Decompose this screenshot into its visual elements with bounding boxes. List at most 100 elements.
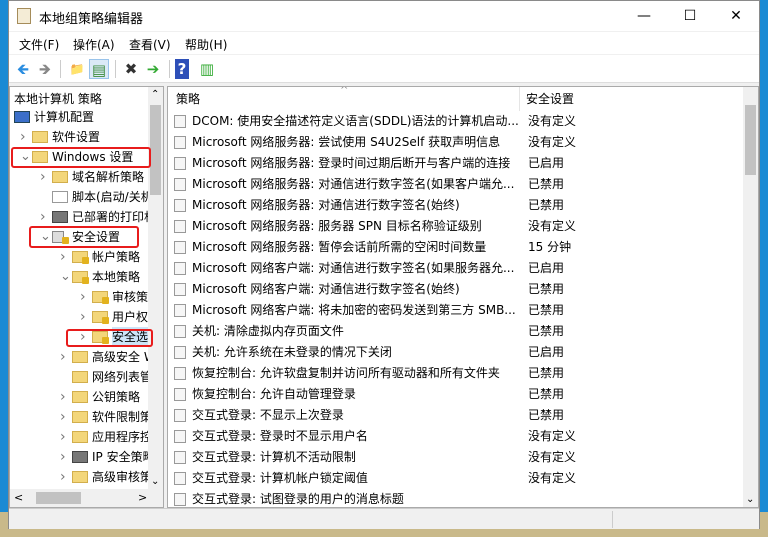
tree-item[interactable]: 计算机配置 [10,107,150,127]
tree-item[interactable]: ›高级审核策略配置 [10,467,163,487]
status-bar [9,508,759,529]
help-icon[interactable]: ? [175,59,189,79]
policy-row[interactable]: 交互式登录: 不显示上次登录 已禁用 [172,405,742,426]
column-header-setting[interactable]: 安全设置 [526,87,574,111]
delete-icon[interactable]: ✖ [121,59,141,79]
policy-row[interactable]: Microsoft 网络服务器: 对通信进行数字签名(如果客户端允... 已禁用 [172,174,742,195]
policy-row[interactable]: DCOM: 使用安全描述符定义语言(SDDL)语法的计算机启动... 没有定义 [172,111,742,132]
tree-item[interactable]: ›高级安全 Windows 防火墙 [10,347,163,367]
chevron-right-icon[interactable]: › [80,287,90,307]
back-arrow-icon[interactable]: 🡸 [13,59,33,79]
lock-icon [102,297,109,304]
tree-scroll-thumb[interactable] [150,105,161,195]
policy-row[interactable]: 交互式登录: 登录时不显示用户名 没有定义 [172,426,742,447]
policy-setting: 已禁用 [528,324,565,338]
policy-row[interactable]: 交互式登录: 计算机不活动限制 没有定义 [172,447,742,468]
menu-action[interactable]: 操作(A) [73,36,115,53]
policy-icon [174,283,186,296]
chevron-right-icon[interactable]: › [40,167,50,187]
policy-name: Microsoft 网络服务器: 对通信进行数字签名(始终) [192,198,460,212]
up-folder-icon[interactable]: 📁 [67,59,87,79]
policy-row[interactable]: 恢复控制台: 允许自动管理登录 已禁用 [172,384,742,405]
tree-item[interactable]: › 帐户策略 [10,247,150,267]
menu-file[interactable]: 文件(F) [19,36,59,53]
policy-row[interactable]: Microsoft 网络客户端: 将未加密的密码发送到第三方 SMB... 已禁用 [172,300,742,321]
policy-icon [174,178,186,191]
forward-arrow-icon[interactable]: 🡺 [35,59,55,79]
policy-setting: 没有定义 [528,114,577,128]
tree-item[interactable]: 脚本(启动/关机) [10,187,157,207]
tree-item[interactable]: › 已部署的打印机 [10,207,156,227]
tree-horizontal-scrollbar[interactable]: < > [10,489,163,507]
policy-row[interactable]: Microsoft 网络客户端: 对通信进行数字签名(如果服务器允... 已启用 [172,258,742,279]
tree-item[interactable]: › IP 安全策略 [10,447,155,467]
folder-icon [32,131,48,143]
chevron-right-icon[interactable]: › [60,387,70,407]
close-button[interactable]: ✕ [713,1,759,31]
chevron-down-icon[interactable]: ⌄ [60,267,71,287]
title-bar: 本地组策略编辑器 — ☐ ✕ [9,1,759,31]
policy-row[interactable]: Microsoft 网络服务器: 对通信进行数字签名(始终) 已禁用 [172,195,742,216]
chevron-right-icon[interactable]: › [60,427,70,447]
policy-row[interactable]: 关机: 允许系统在未登录的情况下关闭 已启用 [172,342,742,363]
policy-row[interactable]: Microsoft 网络客户端: 对通信进行数字签名(始终) 已禁用 [172,279,742,300]
policy-row[interactable]: 恢复控制台: 允许软盘复制并访问所有驱动器和所有文件夹 已禁用 [172,363,742,384]
chevron-right-icon[interactable]: › [40,207,50,227]
policy-name: 交互式登录: 试图登录的用户的消息标题 [192,492,404,506]
policy-row[interactable]: 交互式登录: 计算机帐户锁定阈值 没有定义 [172,468,742,489]
menu-view[interactable]: 查看(V) [129,36,171,53]
policy-setting: 已启用 [528,156,565,170]
policy-name: Microsoft 网络服务器: 登录时间过期后断开与客户端的连接 [192,156,511,170]
folder-icon [92,311,109,324]
tree-item[interactable]: ⌄ 本地策略 [10,267,150,287]
policy-row[interactable]: 关机: 清除虚拟内存页面文件 已禁用 [172,321,742,342]
menu-help[interactable]: 帮助(H) [185,36,227,53]
show-hide-tree-icon[interactable]: ▤ [89,59,109,79]
policy-row[interactable]: Microsoft 网络服务器: 登录时间过期后断开与客户端的连接 已启用 [172,153,742,174]
chevron-right-icon[interactable]: › [60,407,70,427]
gpedit-window: 本地组策略编辑器 — ☐ ✕ 文件(F) 操作(A) 查看(V) 帮助(H) 🡸… [8,0,760,529]
chevron-right-icon[interactable]: › [60,347,70,367]
tree-item[interactable]: ›应用程序控制策略 [10,427,163,447]
chevron-right-icon[interactable]: › [60,467,70,487]
policy-name: 关机: 清除虚拟内存页面文件 [192,324,344,338]
tree-item-label: 域名解析策略 [72,170,145,184]
policy-name: Microsoft 网络服务器: 暂停会话前所需的空闲时间数量 [192,240,487,254]
policy-icon [174,367,186,380]
folder-icon [72,411,88,423]
chevron-right-icon[interactable]: › [60,447,70,467]
tree-hscroll-thumb[interactable] [36,492,81,504]
tree-item[interactable]: › 软件限制策略 [10,407,163,427]
tree-root[interactable]: 本地计算机 策略 [14,90,102,107]
chevron-right-icon[interactable]: › [80,307,90,327]
list-vertical-scrollbar[interactable]: ⌄ [743,87,758,507]
tree-item[interactable]: › 公钥策略 [10,387,150,407]
tree-item[interactable]: 网络列表管理器策略 [10,367,163,387]
policy-row[interactable]: 交互式登录: 试图登录的用户的消息标题 [172,489,742,507]
list-scroll-thumb[interactable] [745,105,756,175]
policy-row[interactable]: Microsoft 网络服务器: 服务器 SPN 目标名称验证级别 没有定义 [172,216,742,237]
policy-row[interactable]: Microsoft 网络服务器: 尝试使用 S4U2Self 获取声明信息 没有定… [172,132,742,153]
policy-setting: 已禁用 [528,387,565,401]
tree-item-label: 脚本(启动/关机) [72,190,158,204]
chevron-right-icon[interactable]: › [60,247,70,267]
highlight-security-settings [29,226,139,248]
tree-item[interactable]: › 域名解析策略 [10,167,150,187]
policy-name: 交互式登录: 登录时不显示用户名 [192,429,368,443]
tree-item[interactable]: ›用户权限分配 [10,307,163,327]
chevron-right-icon[interactable]: › [20,127,30,147]
policy-row[interactable]: Microsoft 网络服务器: 暂停会话前所需的空闲时间数量 15 分钟 [172,237,742,258]
export-list-icon[interactable]: ➔ [143,59,163,79]
maximize-button[interactable]: ☐ [667,1,713,31]
policy-setting: 已禁用 [528,303,565,317]
tree-item[interactable]: › 审核策略 [10,287,160,307]
folder-icon [52,191,68,203]
policy-setting: 已启用 [528,345,565,359]
policy-setting: 已禁用 [528,177,565,191]
minimize-button[interactable]: — [621,1,667,31]
column-divider[interactable] [519,87,520,111]
properties-icon[interactable]: ▥ [197,59,217,79]
tree-item[interactable]: › 软件设置 [10,127,150,147]
policy-icon [174,241,186,254]
column-header-policy[interactable]: 策略 [176,87,200,111]
